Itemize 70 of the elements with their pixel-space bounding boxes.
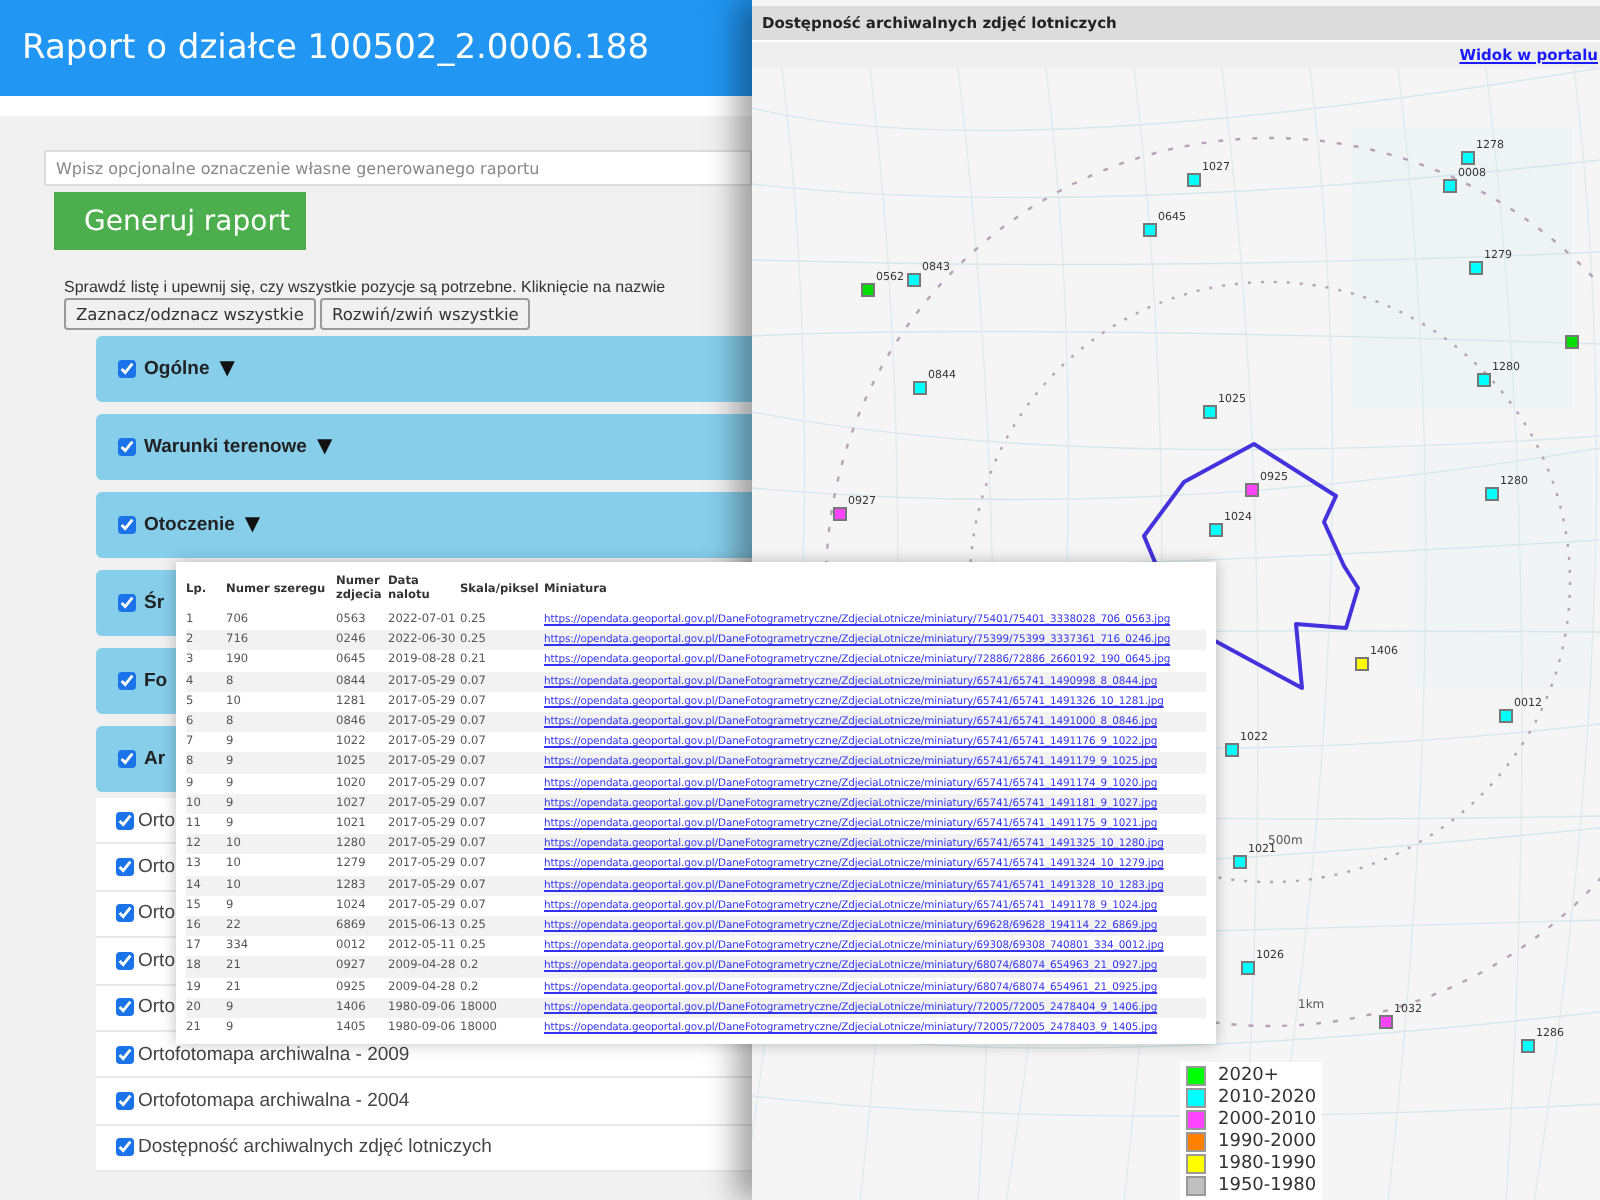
- photo-marker[interactable]: [1469, 261, 1483, 275]
- section-label: Śr: [144, 592, 165, 614]
- item-checkbox[interactable]: [116, 998, 134, 1017]
- section-label: Warunki terenowe: [144, 436, 307, 458]
- section-header[interactable]: Śr: [96, 570, 176, 636]
- section-checkbox[interactable]: [118, 672, 136, 690]
- section-header[interactable]: Fo: [96, 648, 176, 714]
- section-checkbox[interactable]: [118, 360, 136, 378]
- section-checkbox[interactable]: [118, 516, 136, 534]
- photo-marker[interactable]: [1499, 709, 1513, 723]
- section-checkbox[interactable]: [118, 750, 136, 768]
- photo-marker[interactable]: [1225, 743, 1239, 757]
- caret-icon[interactable]: ▼: [219, 358, 235, 380]
- item-label: Ortofotomapa archiwalna - 2004: [138, 1090, 410, 1113]
- photo-marker[interactable]: [1233, 855, 1247, 869]
- item-checkbox[interactable]: [116, 1092, 134, 1111]
- item-checkbox[interactable]: [116, 811, 134, 830]
- photo-marker[interactable]: [1565, 335, 1579, 349]
- legend-label: 1980-1990: [1218, 1154, 1317, 1174]
- photo-marker[interactable]: [861, 283, 875, 297]
- photo-marker[interactable]: [907, 273, 921, 287]
- section-header[interactable]: Ar: [96, 726, 176, 792]
- photo-marker[interactable]: [1443, 179, 1457, 193]
- item-label: Orto: [138, 856, 175, 879]
- section-header[interactable]: Ogólne ▼: [96, 336, 752, 402]
- section-label: Otoczenie: [144, 514, 235, 536]
- item-checkbox[interactable]: [116, 858, 134, 877]
- photo-marker[interactable]: [1485, 487, 1499, 501]
- photo-marker[interactable]: [1355, 657, 1369, 671]
- section-label: Ar: [144, 748, 166, 770]
- expand-all-button[interactable]: Rozwiń/zwiń wszystkie: [319, 298, 531, 330]
- photo-marker[interactable]: [1379, 1015, 1393, 1029]
- photo-marker[interactable]: [1143, 223, 1157, 237]
- item-label: Orto: [138, 949, 175, 972]
- photo-marker[interactable]: [1203, 405, 1217, 419]
- legend-label: 1950-1980: [1218, 1176, 1317, 1196]
- item-label: Ortofotomapa archiwalna - 2009: [138, 1043, 410, 1066]
- caret-icon[interactable]: ▼: [244, 514, 261, 536]
- item-checkbox[interactable]: [116, 904, 134, 923]
- item-label: Orto: [138, 902, 175, 925]
- item-label: Orto: [138, 809, 175, 832]
- legend-label: 2020+: [1218, 1066, 1279, 1086]
- caret-icon[interactable]: ▼: [316, 436, 333, 458]
- photo-marker[interactable]: [913, 381, 927, 395]
- photo-marker[interactable]: [1521, 1039, 1535, 1053]
- legend-label: 1990-2000: [1218, 1132, 1317, 1152]
- photo-marker[interactable]: [833, 507, 847, 521]
- item-label: Dostępność archiwalnych zdjęć lotniczych: [138, 1136, 492, 1159]
- item-checkbox[interactable]: [116, 951, 134, 970]
- photo-marker[interactable]: [1241, 961, 1255, 975]
- report-name-field[interactable]: Wpisz opcjonalne oznaczenie własne generowanego raportu: [44, 150, 752, 186]
- legend-label: 2010-2020: [1218, 1088, 1317, 1108]
- item-checkbox[interactable]: [116, 1045, 134, 1064]
- section-label: Ogólne: [144, 358, 210, 380]
- section-header[interactable]: Warunki terenowe ▼: [96, 414, 752, 480]
- section-checkbox[interactable]: [118, 594, 136, 612]
- photo-marker[interactable]: [1461, 151, 1475, 165]
- section-label: Fo: [144, 670, 168, 692]
- legend-label: 2000-2010: [1218, 1110, 1317, 1130]
- photo-marker[interactable]: [1245, 483, 1259, 497]
- item-label: Orto: [138, 996, 175, 1019]
- toggle-all-button[interactable]: Zaznacz/odznacz wszystkie: [64, 298, 316, 330]
- photo-marker[interactable]: [1477, 373, 1491, 387]
- instructions-text: Sprawdź listę i upewnij się, czy wszystkie pozycje są potrzebne. Kliknięcie na nazwie: [64, 278, 666, 296]
- section-header[interactable]: Otoczenie ▼: [96, 492, 752, 558]
- item-checkbox[interactable]: [116, 1138, 134, 1157]
- report-title: Raport o działce 100502_2.0006.188: [22, 28, 650, 68]
- section-checkbox[interactable]: [118, 438, 136, 456]
- photo-marker[interactable]: [1209, 523, 1223, 537]
- photo-marker[interactable]: [1187, 173, 1201, 187]
